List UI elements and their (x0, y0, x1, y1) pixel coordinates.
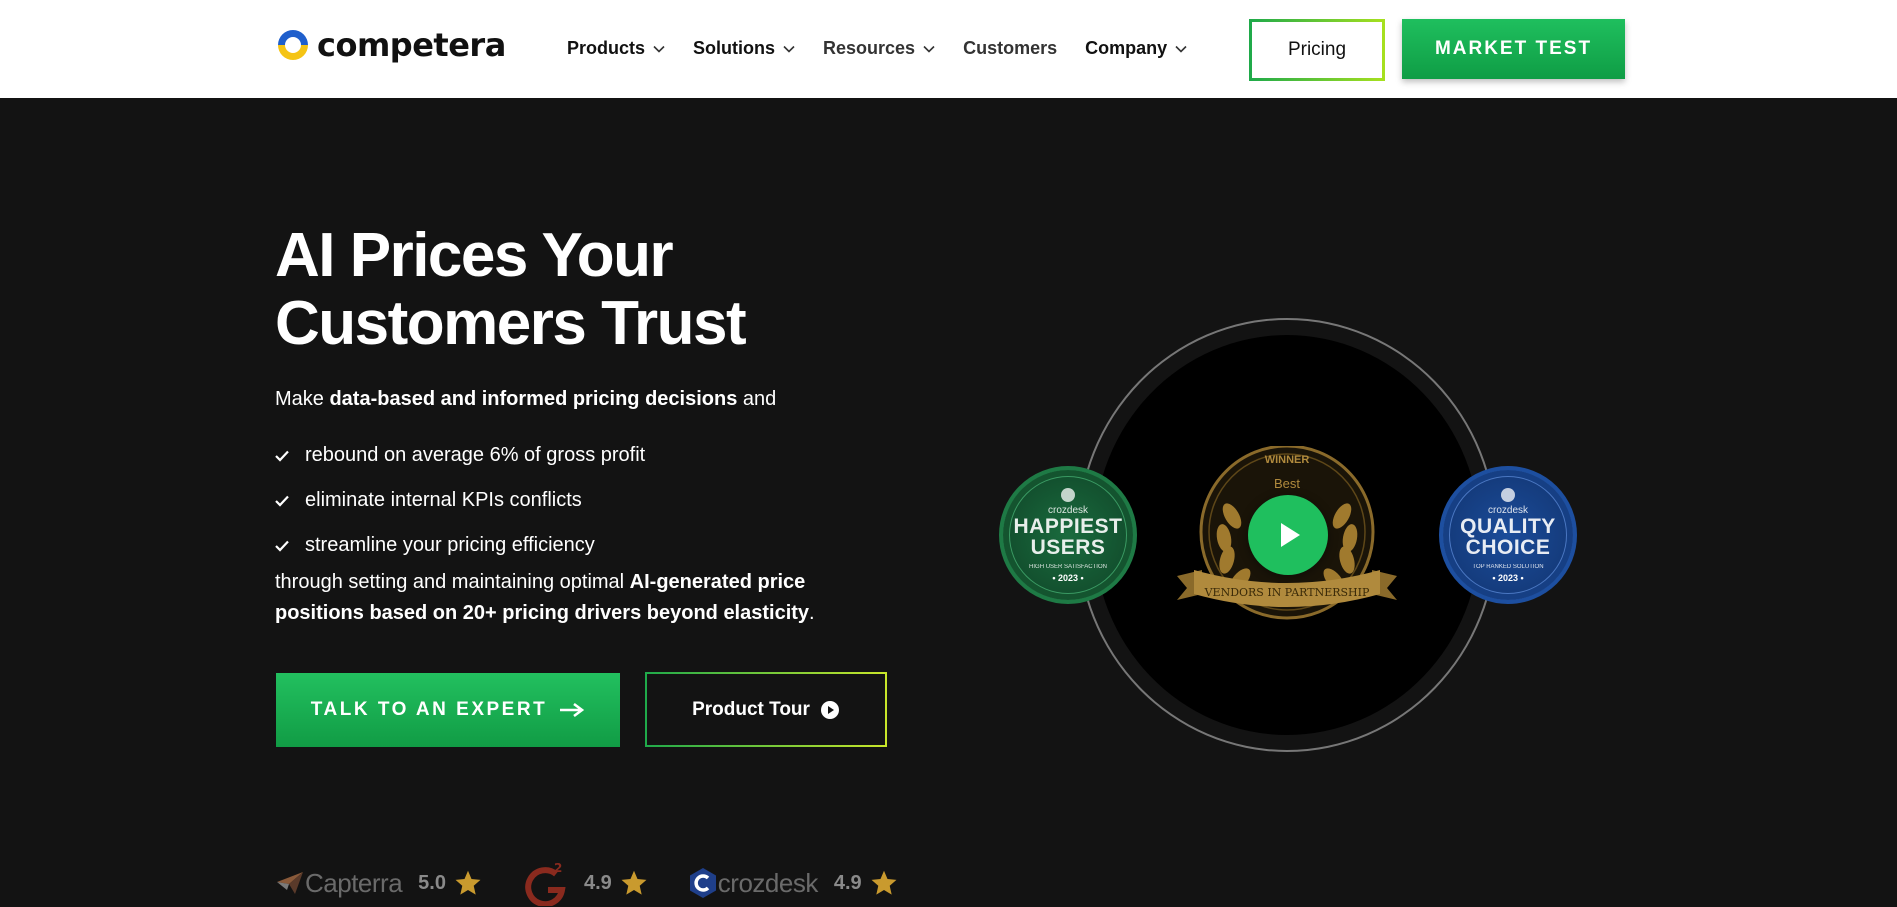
nav-label: Products (567, 38, 646, 58)
crozdesk-icon (689, 868, 716, 898)
outro-suffix: . (809, 602, 815, 624)
rating-g2[interactable]: 2 4.9 (522, 860, 648, 906)
logo-text: competera (317, 26, 506, 64)
quality-choice-badge: crozdesk QUALITY CHOICE TOP RANKED SOLUT… (1439, 466, 1577, 604)
star-icon (621, 870, 647, 895)
hero-intro: Make data-based and informed pricing dec… (275, 388, 776, 411)
nav-label: Company (1085, 38, 1168, 58)
badge-year: • 2023 • (1492, 572, 1524, 583)
star-icon (455, 870, 481, 895)
arrow-right-icon (560, 702, 585, 718)
happiest-users-badge: crozdesk HAPPIEST USERS HIGH USER SATISF… (999, 466, 1137, 604)
check-icon (275, 495, 289, 507)
award-mid-text: Best (1273, 476, 1300, 491)
pricing-button[interactable]: Pricing (1249, 19, 1385, 81)
hero-title-line2: Customers Trust (275, 289, 747, 358)
rating-score: 4.9 (583, 871, 612, 894)
chevron-down-icon (923, 45, 935, 53)
badge-line1: HAPPIEST (1013, 514, 1123, 538)
talk-to-expert-button[interactable]: TALK TO AN EXPERT (276, 673, 620, 747)
benefit-text: rebound on average 6% of gross profit (305, 444, 646, 466)
rating-score: 5.0 (418, 871, 446, 894)
product-tour-label: Product Tour (692, 698, 810, 720)
main-nav: Products Solutions Resources Customers C… (567, 38, 1215, 59)
outro-prefix: through setting and maintaining optimal (275, 571, 630, 593)
rating-brand: crozdesk (717, 867, 819, 898)
play-circle-icon (820, 700, 839, 719)
intro-bold: data-based and informed pricing decision… (329, 388, 738, 410)
hero-outro: through setting and maintaining optimal … (275, 567, 875, 629)
badge-line2: USERS (1030, 535, 1106, 559)
award-ribbon-text: VENDORS IN PARTNERSHIP (1204, 586, 1370, 599)
nav-label: Customers (963, 38, 1058, 58)
site-header: competera Products Solutions Resources C… (0, 0, 1897, 98)
badge-line2: CHOICE (1465, 535, 1551, 559)
rating-score: 4.9 (833, 871, 862, 894)
nav-item-company[interactable]: Company (1085, 38, 1187, 59)
nav-label: Solutions (693, 38, 776, 58)
capterra-icon (277, 872, 303, 894)
market-test-button[interactable]: MARKET TEST (1402, 19, 1625, 79)
intro-suffix: and (737, 388, 777, 410)
check-icon (275, 450, 289, 462)
badge-brand: crozdesk (1047, 504, 1088, 516)
award-top-text: WINNER (1264, 454, 1310, 466)
badge-caption: TOP RANKED SOLUTION (1472, 563, 1544, 570)
play-video-button[interactable] (1248, 495, 1328, 575)
nav-item-resources[interactable]: Resources (823, 38, 935, 59)
chevron-down-icon (783, 45, 795, 53)
crozdesk-badge-icon (1501, 487, 1515, 502)
play-icon (1281, 523, 1300, 547)
rating-capterra[interactable]: Capterra 5.0 (275, 868, 482, 899)
badge-brand: crozdesk (1487, 504, 1528, 516)
benefit-text: streamline your pricing efficiency (305, 534, 595, 556)
list-item: rebound on average 6% of gross profit (275, 433, 645, 478)
list-item: eliminate internal KPIs conflicts (275, 478, 645, 523)
nav-item-solutions[interactable]: Solutions (693, 38, 795, 59)
intro-prefix: Make (275, 388, 330, 410)
svg-text:2: 2 (554, 861, 562, 875)
badge-caption: HIGH USER SATISFACTION (1029, 563, 1107, 570)
nav-label: Resources (823, 38, 916, 58)
benefit-list: rebound on average 6% of gross profit el… (275, 433, 645, 568)
hero-title: AI Prices Your Customers Trust (275, 222, 835, 358)
talk-to-expert-label: TALK TO AN EXPERT (310, 699, 548, 720)
star-icon (871, 870, 897, 895)
rating-crozdesk[interactable]: crozdesk 4.9 (688, 867, 898, 899)
competera-logo-icon (278, 30, 308, 60)
product-tour-button[interactable]: Product Tour (645, 672, 887, 747)
badge-line1: QUALITY (1460, 514, 1556, 538)
rating-brand: Capterra (305, 867, 403, 898)
hero-title-line1: AI Prices Your (275, 221, 674, 290)
check-icon (275, 540, 289, 552)
nav-item-customers[interactable]: Customers (963, 38, 1057, 59)
list-item: streamline your pricing efficiency (275, 523, 645, 568)
chevron-down-icon (1175, 45, 1187, 53)
logo[interactable]: competera (275, 26, 506, 64)
badge-year: • 2023 • (1052, 572, 1084, 583)
chevron-down-icon (653, 45, 665, 53)
g2-icon: 2 (525, 861, 566, 906)
crozdesk-badge-icon (1061, 487, 1075, 502)
nav-item-products[interactable]: Products (567, 38, 665, 59)
ratings-bar: Capterra 5.0 2 4.9 crozdesk 4.9 (275, 858, 938, 907)
benefit-text: eliminate internal KPIs conflicts (305, 489, 582, 511)
